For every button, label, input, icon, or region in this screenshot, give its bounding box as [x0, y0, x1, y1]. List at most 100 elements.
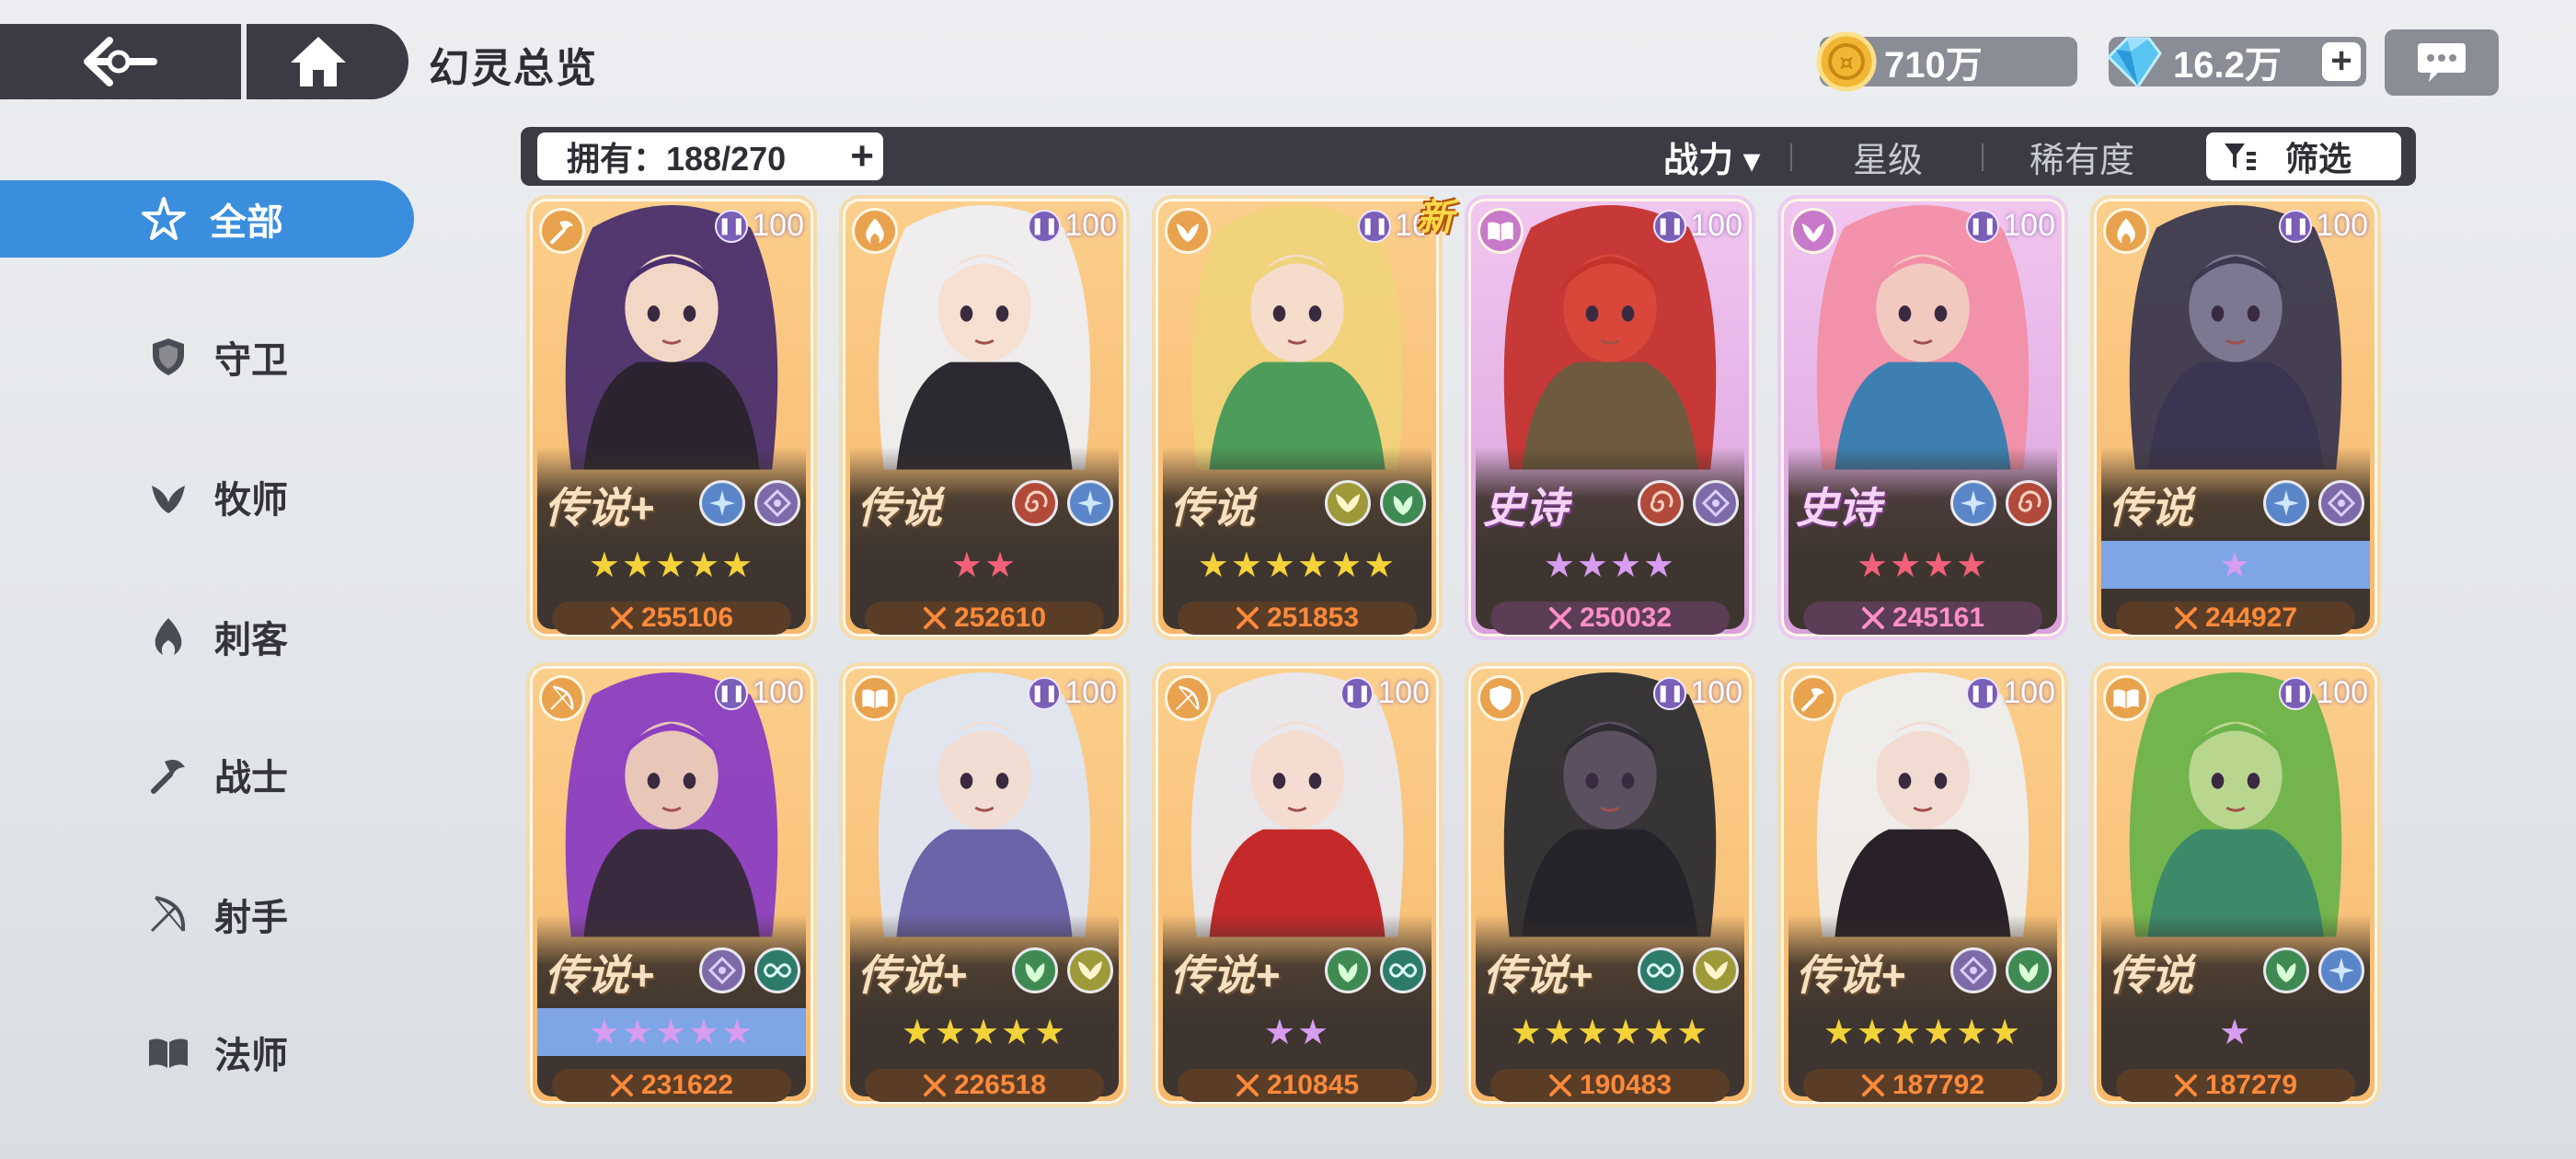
level-indicator: ❚❚ 100: [715, 208, 804, 244]
owned-count: 拥有：188/270: [567, 140, 787, 178]
rarity-label: 传说: [2109, 951, 2193, 999]
combat-power-value: 250032: [1579, 602, 1673, 633]
level-indicator: ❚❚ 100: [2279, 208, 2368, 244]
hero-card[interactable]: ❚❚ 100 传说+ ★★★★★★ 190483: [1465, 662, 1755, 1107]
add-gems-button[interactable]: +: [2322, 42, 2361, 81]
rarity-label: 传说+: [1170, 951, 1280, 999]
level-value: 100: [1690, 675, 1742, 710]
level-value: 100: [1377, 675, 1430, 710]
sidebar-item-1[interactable]: 守卫: [0, 318, 414, 396]
star-rating: ★: [2101, 541, 2370, 589]
leaf-element-icon: [1380, 480, 1426, 526]
hero-card[interactable]: ❚❚ 100 传说+ ★★★★★ 226518: [839, 662, 1130, 1107]
pause-badge-icon: ❚❚: [1653, 209, 1687, 243]
frost-icon: [2263, 480, 2309, 526]
axe-icon: [539, 208, 585, 254]
sidebar-item-3[interactable]: 刺客: [0, 598, 414, 675]
back-button[interactable]: [0, 24, 241, 99]
filter-button[interactable]: 筛选: [2206, 132, 2401, 180]
combat-power-value: 245161: [1892, 602, 1985, 633]
element-badges: [699, 480, 800, 526]
hero-card[interactable]: ❚❚ 100 传说+ ★★★★★ 255106: [526, 195, 817, 640]
leaf-element-icon: [1325, 947, 1371, 993]
combat-power: 245161: [1803, 602, 2042, 635]
frost-icon: [1950, 480, 1996, 526]
hero-card[interactable]: ❚❚ 100 传说+ ★★★★★ 231622: [526, 662, 817, 1107]
owned-count-box[interactable]: 拥有：188/270 +: [537, 132, 883, 180]
book-icon: [143, 1027, 194, 1078]
sidebar-item-label: 守卫: [214, 340, 288, 381]
home-icon: [291, 37, 346, 86]
star-rating: ★★: [1263, 1013, 1331, 1052]
expand-capacity-button[interactable]: +: [850, 136, 874, 177]
hero-card[interactable]: ❚❚ 100 传说+ ★★★★★★ 187792: [1777, 662, 2068, 1107]
infinity-icon: [1638, 947, 1684, 993]
star-rating: ★★★★: [1856, 545, 1990, 585]
hero-card[interactable]: ❚❚ 100 传说 ★★ 252610: [839, 195, 1130, 640]
sidebar-item-4[interactable]: 战士: [0, 736, 414, 813]
gold-amount: 710万: [1884, 45, 1983, 86]
flame-claw-icon: [143, 611, 194, 662]
level-value: 100: [2316, 208, 2368, 243]
rarity-label: 传说+: [545, 951, 654, 999]
hero-card[interactable]: ❚❚ 100 传说+ ★★ 210845: [1152, 662, 1443, 1107]
level-value: 100: [2003, 675, 2055, 710]
crossed-swords-icon: [923, 1074, 946, 1096]
rarity-label: 传说+: [1796, 951, 1905, 999]
level-value: 100: [2316, 675, 2368, 710]
hero-card[interactable]: ❚❚ 100 传说 ★ 187279: [2090, 662, 2381, 1107]
star-rating: ★★: [950, 545, 1018, 585]
sort-star-tab[interactable]: 星级: [1853, 127, 1923, 186]
crossed-swords-icon: [923, 607, 946, 629]
swirl-icon: [1638, 480, 1684, 526]
combat-power-value: 187792: [1892, 1070, 1985, 1100]
rarity-label: 史诗: [1796, 484, 1880, 532]
combat-power-value: 231622: [640, 1070, 734, 1100]
flame-claw-icon: [2103, 208, 2149, 254]
level-indicator: ❚❚ 100: [1966, 208, 2055, 244]
frost-icon: [1067, 480, 1113, 526]
combat-power: 187279: [2116, 1069, 2355, 1102]
infinity-icon: [754, 947, 800, 993]
void-icon: [2318, 480, 2364, 526]
hero-card[interactable]: ❚❚ 100 史诗 ★★★★ 245161: [1777, 195, 2068, 640]
filter-bar: 拥有：188/270 + 战力 ▾ 星级 稀有度 筛选: [521, 127, 2416, 186]
chat-bubble-icon: [2418, 43, 2466, 82]
hero-card[interactable]: ❚❚ 10 传说 ★★★★★★ 251853: [1152, 195, 1443, 640]
crossed-swords-icon: [1236, 607, 1259, 629]
hero-card[interactable]: ❚❚ 100 史诗 ★★★★ 250032: [1465, 195, 1755, 640]
pause-badge-icon: ❚❚: [1028, 209, 1062, 243]
sidebar-item-label: 刺客: [214, 620, 288, 660]
sort-rarity-tab[interactable]: 稀有度: [2030, 127, 2134, 186]
star-rating: ★★★★: [1543, 545, 1677, 585]
filter-icon: [2225, 143, 2256, 170]
level-indicator: ❚❚ 100: [1966, 675, 2055, 711]
pause-badge-icon: ❚❚: [1653, 676, 1687, 710]
star-rating: ★: [2218, 1013, 2253, 1052]
sort-power-tab[interactable]: 战力 ▾: [1663, 127, 1761, 186]
home-button[interactable]: [247, 24, 408, 99]
book-icon: [852, 675, 898, 721]
flame-claw-icon: [852, 208, 898, 254]
hero-card[interactable]: ❚❚ 100 传说 ★ 244927: [2090, 195, 2381, 640]
combat-power: 210845: [1178, 1069, 1417, 1102]
combat-power-value: 187279: [2204, 1070, 2298, 1100]
crossed-swords-icon: [2174, 1074, 2197, 1096]
sidebar-item-0[interactable]: 全部: [0, 180, 414, 258]
pause-badge-icon: ❚❚: [2279, 209, 2313, 243]
combat-power: 231622: [552, 1069, 791, 1102]
pause-badge-icon: ❚❚: [1358, 209, 1392, 243]
sidebar-item-5[interactable]: 射手: [0, 876, 414, 953]
chat-button[interactable]: [2385, 29, 2499, 96]
combat-power: 226518: [865, 1069, 1104, 1102]
level-indicator: ❚❚ 100: [1028, 675, 1117, 711]
sidebar-item-6[interactable]: 法师: [0, 1014, 414, 1091]
pause-badge-icon: ❚❚: [715, 676, 749, 710]
crossed-swords-icon: [1861, 607, 1884, 629]
leaf-element-icon: [2006, 947, 2052, 993]
sidebar-item-2[interactable]: 牧师: [0, 458, 414, 535]
level-indicator: ❚❚ 100: [1653, 208, 1742, 244]
crossed-swords-icon: [2174, 607, 2197, 629]
pause-badge-icon: ❚❚: [715, 209, 749, 243]
shield-icon: [143, 331, 194, 383]
